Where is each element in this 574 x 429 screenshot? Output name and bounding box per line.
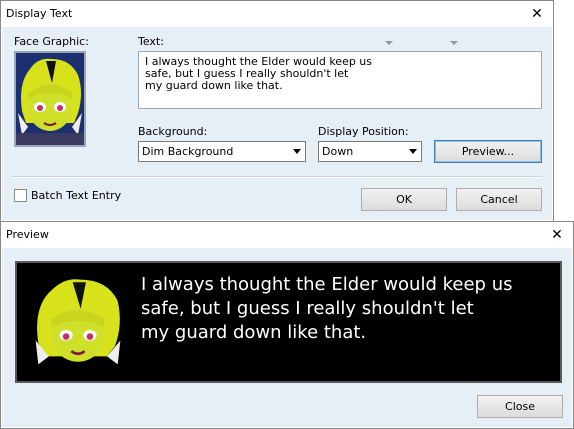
face-graphic-label: Face Graphic: [14,35,89,48]
close-icon[interactable]: ✕ [545,224,569,246]
preview-client: I always thought the Elder would keep us… [2,248,572,427]
background-select-value: Dim Background [142,145,234,158]
preview-button[interactable]: Preview... [434,140,542,163]
background-label: Background: [138,125,208,138]
display-position-select-value: Down [322,145,354,158]
face-portrait [16,53,84,145]
preview-face-portrait [33,277,123,367]
ok-button[interactable]: OK [361,188,447,211]
display-text-client: Face Graphic: Text: I always thought the… [2,27,552,220]
cancel-button[interactable]: Cancel [456,188,542,211]
close-button[interactable]: Close [477,395,563,418]
divider [12,176,542,178]
message-text-input[interactable]: I always thought the Elder would keep us… [138,51,542,109]
preview-dialog: Preview ✕ I always thought the Elder wou… [0,221,574,429]
dropdown-arrow-icon[interactable] [385,41,393,45]
batch-text-entry-checkbox[interactable] [14,189,27,202]
background-select[interactable]: Dim Background [138,141,306,162]
chevron-down-icon [409,149,417,154]
preview-titlebar[interactable]: Preview ✕ [1,222,573,248]
close-icon[interactable]: ✕ [525,3,549,25]
batch-text-entry-label[interactable]: Batch Text Entry [31,189,121,202]
display-text-dialog: Display Text ✕ Face Graphic: Text: I alw… [0,0,554,222]
chevron-down-icon [293,149,301,154]
face-portrait [33,277,123,367]
display-position-label: Display Position: [318,125,409,138]
preview-title: Preview [6,228,49,241]
preview-message-text: I always thought the Elder would keep us… [141,274,513,343]
display-position-select[interactable]: Down [318,141,422,162]
display-text-titlebar[interactable]: Display Text ✕ [1,1,553,27]
dialog-title: Display Text [6,7,73,20]
text-label: Text: [138,35,164,48]
face-graphic-selector[interactable] [14,51,86,147]
dropdown-arrow-icon[interactable] [450,41,458,45]
message-preview-box: I always thought the Elder would keep us… [15,261,562,383]
